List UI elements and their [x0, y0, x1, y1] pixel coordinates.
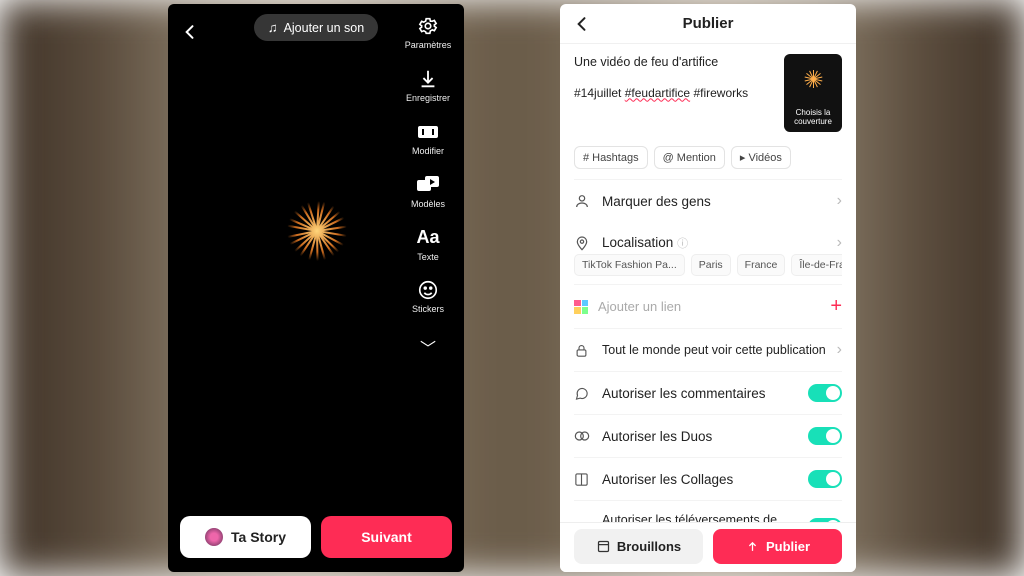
lock-icon [574, 343, 592, 358]
duet-icon [574, 429, 592, 443]
comment-icon [574, 386, 592, 401]
pin-icon [574, 235, 592, 251]
row-location[interactable]: Localisation ⓘ › [574, 222, 842, 258]
add-sound-button[interactable]: ♫ Ajouter un son [254, 14, 378, 41]
location-chip[interactable]: TikTok Fashion Pa... [574, 254, 685, 276]
caption-text: Une vidéo de feu d'artifice [574, 54, 774, 72]
row-comments: Autoriser les commentaires [574, 371, 842, 414]
row-label: Autoriser les Collages [602, 472, 798, 487]
drafts-button[interactable]: Brouillons [574, 529, 703, 564]
tool-models[interactable]: Modèles [411, 173, 445, 210]
video-preview-firework [281, 196, 351, 266]
add-sound-label: Ajouter un son [284, 21, 365, 35]
play-icon: ▸ [740, 151, 746, 164]
tool-save-label: Enregistrer [406, 94, 450, 104]
download-icon [416, 67, 440, 91]
chevron-right-icon: › [837, 341, 842, 359]
publish-label: Publier [766, 539, 810, 554]
tool-save[interactable]: Enregistrer [406, 67, 450, 104]
next-label: Suivant [361, 529, 412, 545]
templates-icon [416, 173, 440, 197]
chevron-right-icon: › [837, 192, 842, 210]
chevron-right-icon: › [837, 234, 842, 252]
hashtag[interactable]: #fireworks [693, 86, 748, 100]
location-suggestions: TikTok Fashion Pa... Paris FranceÎle-de-Fr… [574, 254, 842, 276]
row-tag-people[interactable]: Marquer des gens › [574, 179, 842, 222]
row-label: Autoriser les commentaires [602, 386, 798, 401]
caption-input[interactable]: Une vidéo de feu d'artifice #14juillet #… [574, 54, 774, 132]
gear-icon [416, 14, 440, 38]
toggle-comments[interactable] [808, 384, 842, 402]
link-grid-icon [574, 300, 588, 314]
next-button[interactable]: Suivant [321, 516, 452, 558]
tool-models-label: Modèles [411, 200, 445, 210]
toggle-collages[interactable] [808, 470, 842, 488]
drafts-icon [596, 539, 611, 554]
tool-edit-label: Modifier [412, 147, 444, 157]
row-duos: Autoriser les Duos [574, 414, 842, 457]
row-label: Autoriser les Duos [602, 429, 798, 444]
toggle-duos[interactable] [808, 427, 842, 445]
hashtag[interactable]: #feudartifice [625, 86, 690, 100]
chip-mention[interactable]: @Mention [654, 146, 725, 169]
back-arrow-icon[interactable] [572, 14, 592, 34]
publish-screen: Publier Une vidéo de feu d'artifice #14j… [560, 4, 856, 572]
row-privacy[interactable]: Tout le monde peut voir cette publicatio… [574, 328, 842, 371]
at-icon: @ [663, 152, 674, 164]
chip-videos[interactable]: ▸Vidéos [731, 146, 791, 169]
hashtag[interactable]: #14juillet [574, 86, 621, 100]
chevron-down-icon[interactable]: ﹀ [420, 335, 436, 359]
cover-label: Choisis la couverture [784, 106, 842, 132]
row-label: Ajouter un lien [598, 299, 820, 314]
person-icon [574, 193, 592, 209]
hashtag-line: #14juillet #feudartifice #fireworks [574, 86, 774, 100]
location-chip[interactable]: France [737, 254, 786, 276]
cover-thumbnail[interactable]: Choisis la couverture [784, 54, 842, 132]
tool-settings[interactable]: Paramètres [405, 14, 452, 51]
row-label: Marquer des gens [602, 194, 827, 209]
row-collages: Autoriser les Collages [574, 457, 842, 500]
row-hq-upload: Autoriser les téléversements de haute [574, 500, 842, 522]
chip-hashtags[interactable]: #Hashtags [574, 146, 648, 169]
tool-settings-label: Paramètres [405, 41, 452, 51]
editor-screen: ♫ Ajouter un son Paramètres Enregistrer … [168, 4, 464, 572]
info-icon: ⓘ [677, 238, 688, 250]
plus-icon: + [830, 295, 842, 318]
your-story-label: Ta Story [231, 529, 286, 545]
stitch-icon [574, 472, 592, 487]
back-arrow-icon[interactable] [180, 22, 200, 42]
publish-header: Publier [560, 4, 856, 44]
sticker-icon [416, 278, 440, 302]
editor-tool-column: Paramètres Enregistrer Modifier Modèles … [400, 14, 456, 359]
publish-icon [745, 539, 760, 554]
row-add-link[interactable]: Ajouter un lien + [574, 284, 842, 328]
hash-icon: # [583, 152, 589, 164]
tool-stickers-label: Stickers [412, 305, 444, 315]
tool-edit[interactable]: Modifier [412, 120, 444, 157]
text-icon: Aa [416, 226, 440, 250]
music-note-icon: ♫ [268, 20, 278, 35]
tool-stickers[interactable]: Stickers [412, 278, 444, 315]
publish-button[interactable]: Publier [713, 529, 842, 564]
location-chip[interactable]: Île-de-France [791, 254, 842, 276]
adjust-icon [416, 120, 440, 144]
tool-text-label: Texte [417, 253, 439, 263]
location-chip[interactable]: Paris [691, 254, 731, 276]
your-story-button[interactable]: Ta Story [180, 516, 311, 558]
row-label: Tout le monde peut voir cette publicatio… [602, 343, 827, 357]
drafts-label: Brouillons [617, 539, 681, 554]
publish-title: Publier [683, 15, 734, 32]
avatar [205, 528, 223, 546]
tool-text[interactable]: Aa Texte [416, 226, 440, 263]
row-label: Localisation ⓘ [602, 235, 827, 251]
row-label: Autoriser les téléversements de haute [602, 513, 798, 522]
